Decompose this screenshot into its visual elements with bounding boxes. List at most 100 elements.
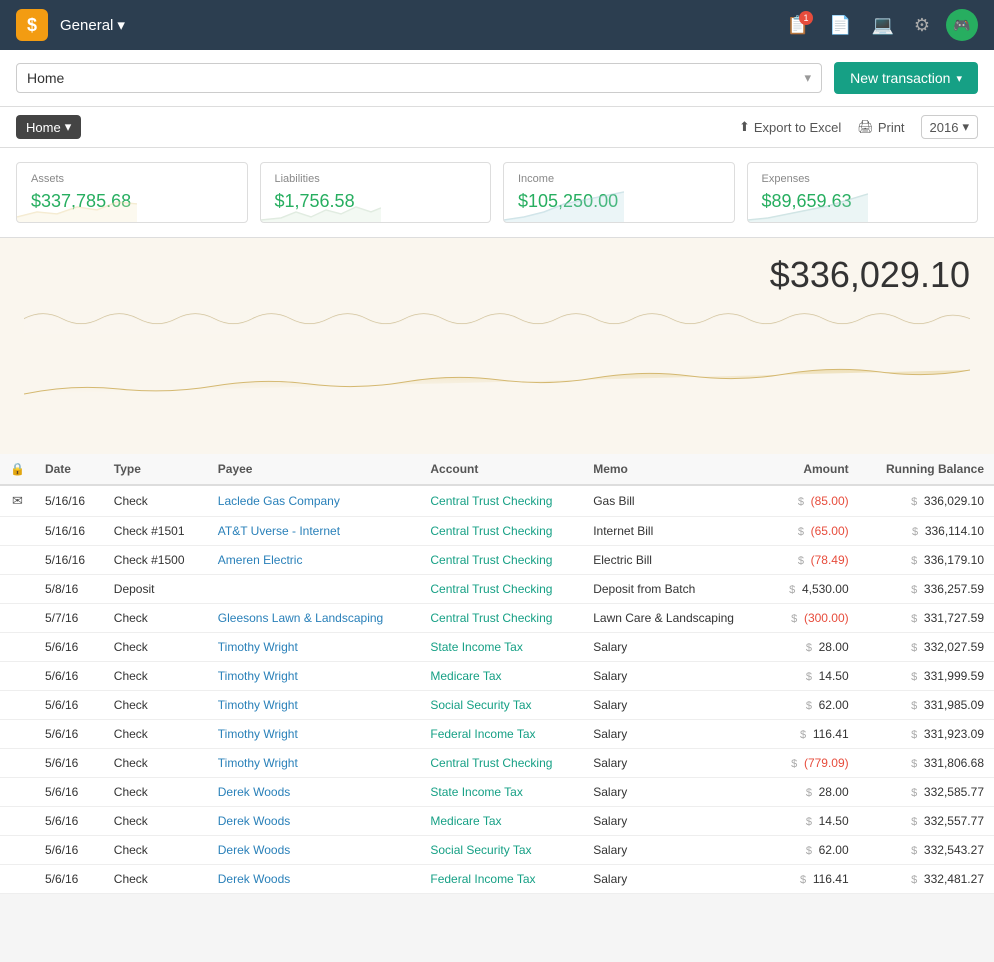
amount-value: (779.09) [801, 756, 849, 770]
settings-icon[interactable]: ⚙ [910, 11, 934, 40]
table-row[interactable]: 5/16/16 Check #1500 Ameren Electric Cent… [0, 546, 994, 575]
account-link[interactable]: Medicare Tax [430, 814, 501, 828]
account-cell[interactable]: Medicare Tax [420, 662, 583, 691]
payee-cell[interactable]: Derek Woods [208, 865, 421, 894]
payee-cell[interactable]: Derek Woods [208, 778, 421, 807]
payee-link[interactable]: Timothy Wright [218, 640, 298, 654]
account-link[interactable]: Central Trust Checking [430, 582, 552, 596]
table-row[interactable]: 5/16/16 Check #1501 AT&T Uverse - Intern… [0, 517, 994, 546]
table-row[interactable]: 5/6/16 Check Timothy Wright Medicare Tax… [0, 662, 994, 691]
table-row[interactable]: 5/7/16 Check Gleesons Lawn & Landscaping… [0, 604, 994, 633]
new-transaction-button[interactable]: New transaction ▾ [834, 62, 978, 94]
running-balance-header[interactable]: Running Balance [859, 454, 994, 485]
payee-cell[interactable]: AT&T Uverse - Internet [208, 517, 421, 546]
payee-cell[interactable]: Timothy Wright [208, 691, 421, 720]
breadcrumb-home-button[interactable]: Home ▾ [16, 115, 81, 139]
account-cell[interactable]: Central Trust Checking [420, 517, 583, 546]
account-link[interactable]: State Income Tax [430, 785, 523, 799]
account-cell[interactable]: Federal Income Tax [420, 720, 583, 749]
payee-cell[interactable]: Gleesons Lawn & Landscaping [208, 604, 421, 633]
payee-link[interactable]: AT&T Uverse - Internet [218, 524, 340, 538]
search-input[interactable] [27, 70, 797, 86]
table-row[interactable]: 5/6/16 Check Timothy Wright Federal Inco… [0, 720, 994, 749]
amount-header[interactable]: Amount [768, 454, 859, 485]
account-link[interactable]: Federal Income Tax [430, 727, 535, 741]
monitor-icon[interactable]: 💻 [867, 11, 897, 40]
payee-cell[interactable]: Timothy Wright [208, 662, 421, 691]
account-link[interactable]: Central Trust Checking [430, 524, 552, 538]
payee-link[interactable]: Derek Woods [218, 814, 290, 828]
account-cell[interactable]: State Income Tax [420, 778, 583, 807]
table-row[interactable]: 5/6/16 Check Timothy Wright State Income… [0, 633, 994, 662]
account-link[interactable]: Central Trust Checking [430, 756, 552, 770]
account-link[interactable]: Federal Income Tax [430, 872, 535, 886]
balance-cell: $ 331,999.59 [859, 662, 994, 691]
account-link[interactable]: Central Trust Checking [430, 553, 552, 567]
table-row[interactable]: ✉ 5/16/16 Check Laclede Gas Company Cent… [0, 485, 994, 517]
payee-cell[interactable]: Derek Woods [208, 807, 421, 836]
year-dropdown[interactable]: 2016 ▾ [921, 115, 978, 139]
type-header[interactable]: Type [104, 454, 208, 485]
payee-link[interactable]: Ameren Electric [218, 553, 303, 567]
type-cell: Check [104, 604, 208, 633]
account-cell[interactable]: Central Trust Checking [420, 749, 583, 778]
date-cell: 5/6/16 [35, 749, 104, 778]
account-link[interactable]: Central Trust Checking [430, 494, 552, 508]
payee-cell[interactable]: Laclede Gas Company [208, 485, 421, 517]
date-header[interactable]: Date [35, 454, 104, 485]
account-cell[interactable]: State Income Tax [420, 633, 583, 662]
payee-link[interactable]: Gleesons Lawn & Landscaping [218, 611, 383, 625]
payee-cell[interactable]: Timothy Wright [208, 749, 421, 778]
account-cell[interactable]: Federal Income Tax [420, 865, 583, 894]
dollar-sign: $ [806, 700, 812, 712]
payee-cell[interactable] [208, 575, 421, 604]
notifications-icon[interactable]: 📋 1 [783, 11, 813, 40]
account-link[interactable]: Central Trust Checking [430, 611, 552, 625]
export-excel-button[interactable]: ⬆ Export to Excel [739, 119, 841, 135]
account-cell[interactable]: Central Trust Checking [420, 485, 583, 517]
account-cell[interactable]: Central Trust Checking [420, 604, 583, 633]
account-cell[interactable]: Central Trust Checking [420, 546, 583, 575]
memo-cell: Electric Bill [583, 546, 767, 575]
payee-link[interactable]: Timothy Wright [218, 727, 298, 741]
payee-link[interactable]: Derek Woods [218, 872, 290, 886]
account-link[interactable]: Medicare Tax [430, 669, 501, 683]
memo-header[interactable]: Memo [583, 454, 767, 485]
export-icon: ⬆ [739, 119, 750, 135]
account-cell[interactable]: Social Security Tax [420, 691, 583, 720]
amount-cell: $ 4,530.00 [768, 575, 859, 604]
document-icon[interactable]: 📄 [825, 11, 855, 40]
payee-link[interactable]: Timothy Wright [218, 698, 298, 712]
search-input-wrap[interactable]: ▾ [16, 63, 822, 93]
print-button[interactable]: 🖨 Print [857, 119, 904, 135]
app-title[interactable]: General ▾ [60, 16, 125, 34]
amount-value: 14.50 [815, 814, 848, 828]
payee-link[interactable]: Derek Woods [218, 843, 290, 857]
avatar[interactable]: 🎮 [946, 9, 978, 41]
account-link[interactable]: Social Security Tax [430, 698, 531, 712]
table-row[interactable]: 5/6/16 Check Timothy Wright Central Trus… [0, 749, 994, 778]
table-row[interactable]: 5/6/16 Check Derek Woods Federal Income … [0, 865, 994, 894]
memo-cell: Salary [583, 749, 767, 778]
payee-link[interactable]: Timothy Wright [218, 756, 298, 770]
payee-link[interactable]: Derek Woods [218, 785, 290, 799]
account-cell[interactable]: Central Trust Checking [420, 575, 583, 604]
table-row[interactable]: 5/8/16 Deposit Central Trust Checking De… [0, 575, 994, 604]
table-row[interactable]: 5/6/16 Check Derek Woods Medicare Tax Sa… [0, 807, 994, 836]
payee-cell[interactable]: Timothy Wright [208, 633, 421, 662]
account-link[interactable]: State Income Tax [430, 640, 523, 654]
table-row[interactable]: 5/6/16 Check Derek Woods Social Security… [0, 836, 994, 865]
account-cell[interactable]: Social Security Tax [420, 836, 583, 865]
account-link[interactable]: Social Security Tax [430, 843, 531, 857]
payee-link[interactable]: Laclede Gas Company [218, 494, 340, 508]
account-header[interactable]: Account [420, 454, 583, 485]
payee-cell[interactable]: Derek Woods [208, 836, 421, 865]
table-row[interactable]: 5/6/16 Check Timothy Wright Social Secur… [0, 691, 994, 720]
table-row[interactable]: 5/6/16 Check Derek Woods State Income Ta… [0, 778, 994, 807]
payee-cell[interactable]: Timothy Wright [208, 720, 421, 749]
account-cell[interactable]: Medicare Tax [420, 807, 583, 836]
payee-header[interactable]: Payee [208, 454, 421, 485]
payee-link[interactable]: Timothy Wright [218, 669, 298, 683]
payee-cell[interactable]: Ameren Electric [208, 546, 421, 575]
balance-cell: $ 336,114.10 [859, 517, 994, 546]
